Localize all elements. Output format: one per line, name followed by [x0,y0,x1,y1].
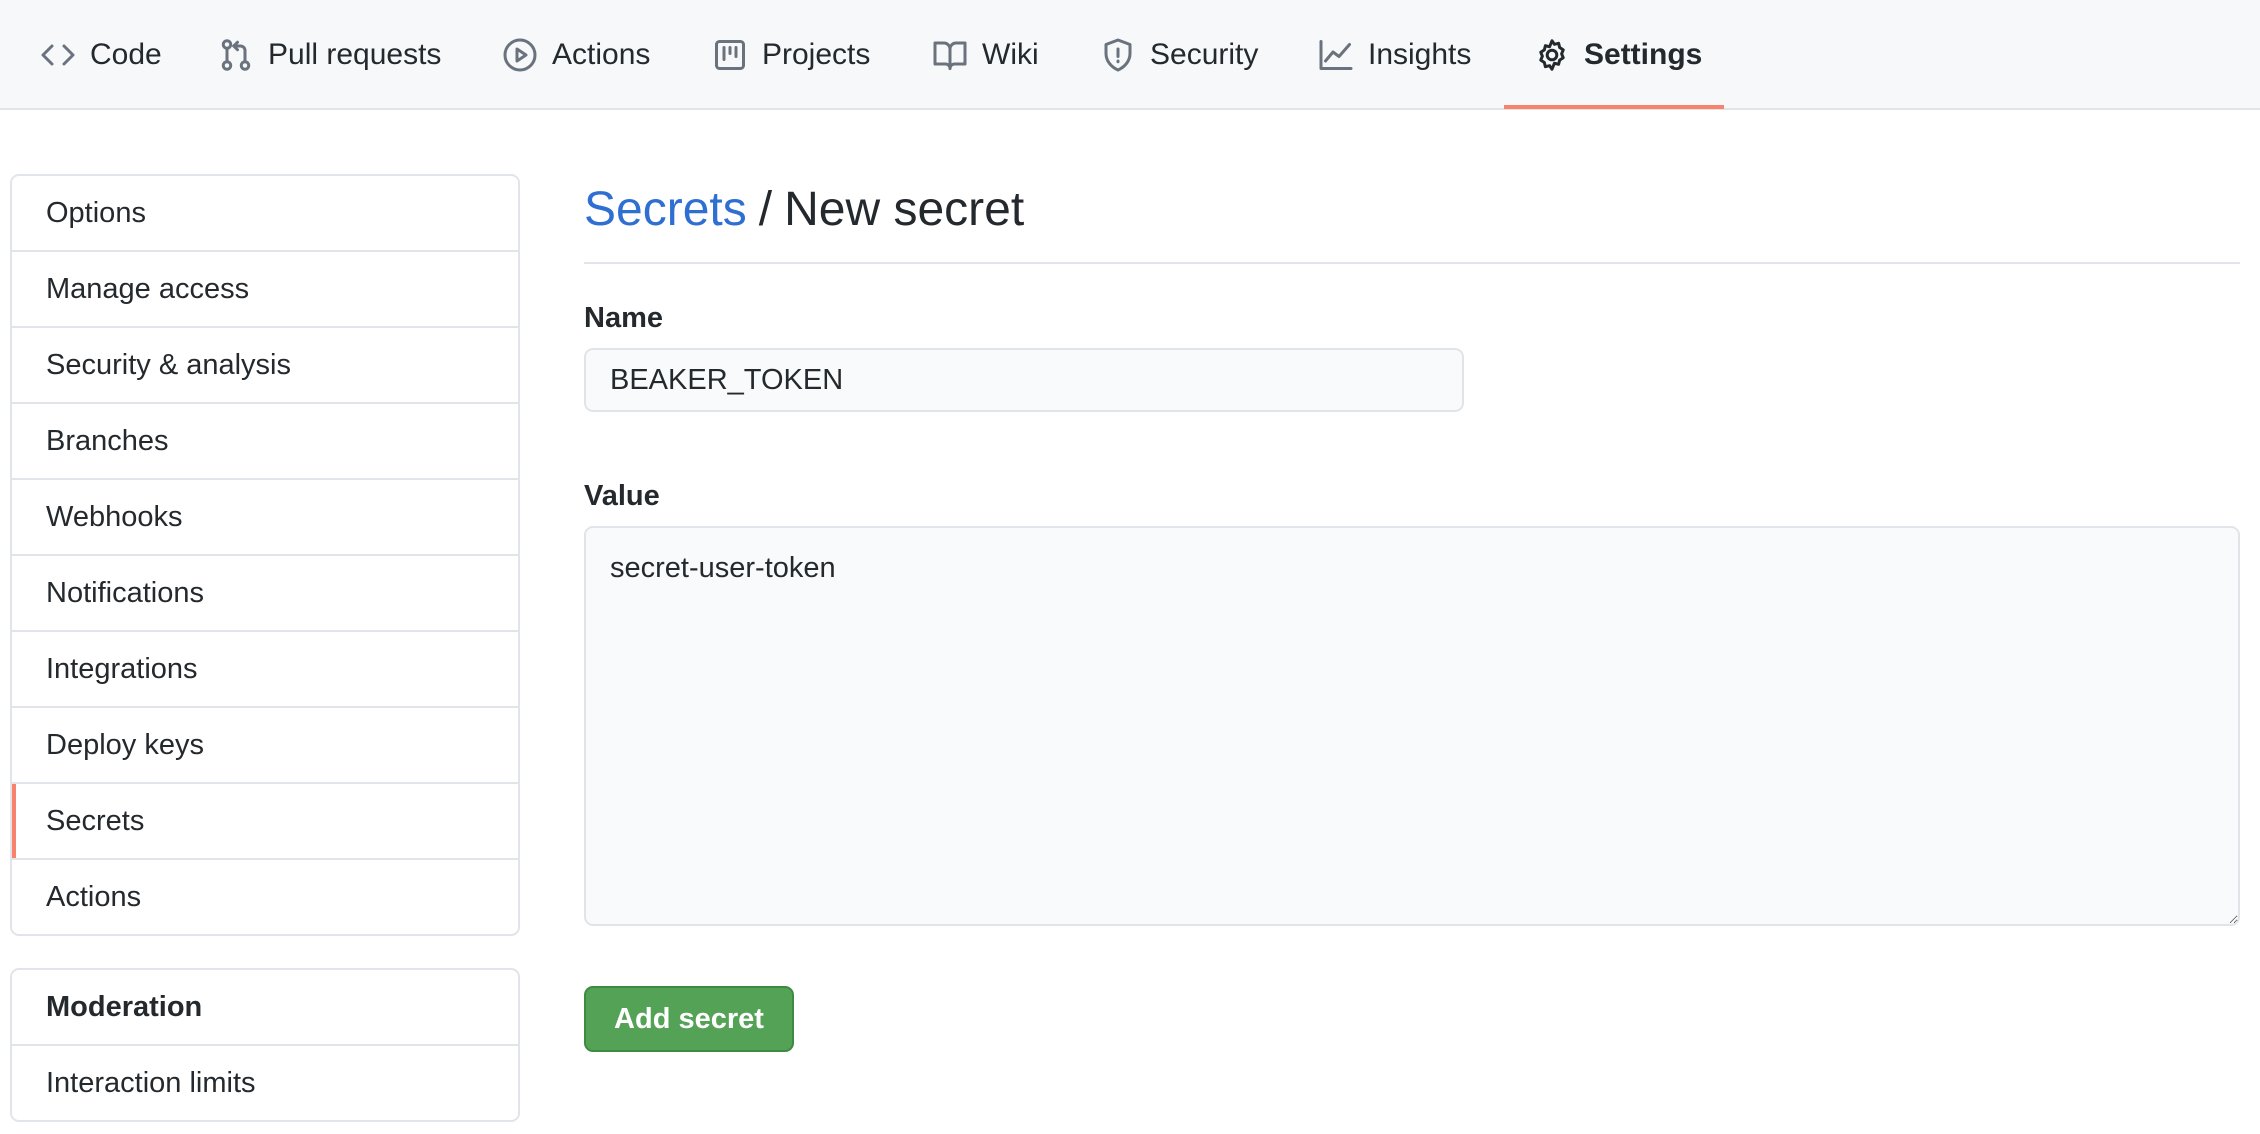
sidebar-item-interaction-limits[interactable]: Interaction limits [12,1044,518,1120]
graph-icon [1318,37,1354,73]
sidebar-item-label: Security & analysis [46,348,291,381]
sidebar-item-label: Secrets [46,804,145,837]
sidebar-item-label: Actions [46,880,142,913]
moderation-heading: Moderation [46,990,203,1023]
tab-actions[interactable]: Actions [502,0,650,110]
sidebar-item-security-analysis[interactable]: Security & analysis [12,326,518,402]
page-title: Secrets / New secret [584,174,2240,264]
name-label: Name [584,302,663,334]
tab-label: Projects [762,38,871,71]
tab-security[interactable]: Security [1100,0,1258,110]
project-icon [712,37,748,73]
sidebar-item-label: Interaction limits [46,1066,256,1099]
sidebar-item-secrets[interactable]: Secrets [12,782,518,858]
repo-nav: Code Pull requests Actions Projects Wiki… [0,0,2260,110]
shield-icon [1100,37,1136,73]
add-secret-button[interactable]: Add secret [584,986,794,1052]
tab-label: Settings [1584,38,1703,71]
sidebar-item-label: Webhooks [46,500,183,533]
tab-label: Actions [552,38,651,71]
secret-name-input[interactable] [584,348,1464,412]
sidebar-item-integrations[interactable]: Integrations [12,630,518,706]
breadcrumb-separator: / [758,183,773,236]
sidebar-item-label: Integrations [46,652,198,685]
tab-wiki[interactable]: Wiki [932,0,1039,110]
tab-projects[interactable]: Projects [712,0,870,110]
sidebar-item-webhooks[interactable]: Webhooks [12,478,518,554]
sidebar-item-label: Manage access [46,272,250,305]
tab-label: Insights [1368,38,1472,71]
tab-settings[interactable]: Settings [1534,0,1702,110]
pull-request-icon [218,37,254,73]
main-content: Secrets / New secret Name Value secret-u… [584,174,2240,1052]
sidebar-item-notifications[interactable]: Notifications [12,554,518,630]
sidebar-item-label: Branches [46,424,169,457]
sidebar-item-deploy-keys[interactable]: Deploy keys [12,706,518,782]
tab-label: Wiki [982,38,1039,71]
sidebar-item-label: Deploy keys [46,728,204,761]
tab-code[interactable]: Code [40,0,162,110]
book-icon [932,37,968,73]
selected-tab-indicator [1504,105,1724,109]
sidebar-item-label: Notifications [46,576,204,609]
code-icon [40,37,76,73]
value-label: Value [584,480,660,512]
sidebar-item-label: Options [46,196,146,229]
gear-icon [1534,37,1570,73]
tab-insights[interactable]: Insights [1318,0,1471,110]
tab-pull-requests[interactable]: Pull requests [218,0,441,110]
secret-value-textarea[interactable]: secret-user-token [584,526,2240,926]
play-icon [502,37,538,73]
tab-label: Pull requests [268,38,442,71]
moderation-menu: Moderation Interaction limits [10,968,520,1122]
page-title-text: New secret [784,183,1025,236]
settings-menu: Options Manage access Security & analysi… [10,174,520,936]
sidebar-item-manage-access[interactable]: Manage access [12,250,518,326]
sidebar-item-branches[interactable]: Branches [12,402,518,478]
sidebar-item-actions[interactable]: Actions [12,858,518,934]
sidebar-item-options[interactable]: Options [12,176,518,250]
breadcrumb-secrets-link[interactable]: Secrets [584,182,747,237]
tab-label: Security [1150,38,1259,71]
tab-label: Code [90,38,162,71]
